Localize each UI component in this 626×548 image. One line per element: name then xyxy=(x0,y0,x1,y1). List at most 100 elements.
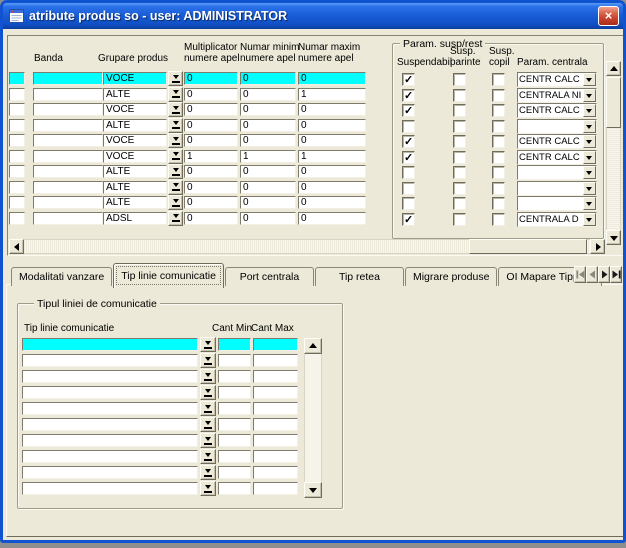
tip-linie-comunicatie-field[interactable] xyxy=(22,466,198,479)
tip-linie-comunicatie-field[interactable] xyxy=(22,482,198,495)
grupare-produs-field[interactable]: VOCE xyxy=(103,150,167,163)
susp-copil-checkbox[interactable] xyxy=(492,89,505,102)
suspendabil-checkbox[interactable] xyxy=(402,120,415,133)
numar-minim-field[interactable]: 0 xyxy=(240,72,296,85)
tip-linie-comunicatie-field[interactable] xyxy=(22,354,198,367)
bottom-vertical-scrollbar[interactable] xyxy=(304,338,322,498)
tip-linie-comunicatie-field[interactable] xyxy=(22,386,198,399)
scroll-left-button[interactable] xyxy=(9,239,24,254)
param-centrala-dropdown[interactable]: CENTRALA D xyxy=(517,212,597,227)
susp-copil-checkbox[interactable] xyxy=(492,182,505,195)
susp-parinte-checkbox[interactable] xyxy=(453,151,466,164)
numar-minim-field[interactable]: 1 xyxy=(240,150,296,163)
tip-linie-lov-button[interactable] xyxy=(200,417,216,432)
grupare-produs-field[interactable]: ADSL xyxy=(103,212,167,225)
numar-minim-field[interactable]: 0 xyxy=(240,88,296,101)
tab-scroll-last-button[interactable] xyxy=(610,266,622,283)
numar-maxim-field[interactable]: 0 xyxy=(298,212,366,225)
tip-linie-lov-button[interactable] xyxy=(200,385,216,400)
param-centrala-dropdown[interactable] xyxy=(517,119,597,134)
cant-max-field[interactable] xyxy=(253,402,298,415)
multiplicator-field[interactable]: 0 xyxy=(184,72,238,85)
numar-maxim-field[interactable]: 0 xyxy=(298,119,366,132)
tip-linie-lov-button[interactable] xyxy=(200,433,216,448)
tab-scroll-first-button[interactable] xyxy=(574,266,586,283)
tip-linie-comunicatie-field[interactable] xyxy=(22,450,198,463)
grupare-produs-field[interactable]: ALTE xyxy=(103,165,167,178)
tip-linie-comunicatie-field[interactable] xyxy=(22,370,198,383)
tip-linie-lov-button[interactable] xyxy=(200,353,216,368)
multiplicator-field[interactable]: 0 xyxy=(184,103,238,116)
banda-field[interactable] xyxy=(33,134,103,147)
cant-min-field[interactable] xyxy=(218,338,251,351)
multiplicator-field[interactable]: 0 xyxy=(184,88,238,101)
susp-parinte-checkbox[interactable] xyxy=(453,213,466,226)
suspendabil-checkbox[interactable] xyxy=(402,151,415,164)
scroll-up-button[interactable] xyxy=(304,338,322,354)
row-indicator-field[interactable] xyxy=(9,181,25,194)
multiplicator-field[interactable]: 0 xyxy=(184,134,238,147)
chevron-down-icon[interactable] xyxy=(583,213,596,226)
banda-field[interactable] xyxy=(33,119,103,132)
row-indicator-field[interactable] xyxy=(9,103,25,116)
vertical-scrollbar[interactable] xyxy=(606,61,621,245)
row-indicator-field[interactable] xyxy=(9,134,25,147)
chevron-down-icon[interactable] xyxy=(583,120,596,133)
numar-minim-field[interactable]: 0 xyxy=(240,196,296,209)
numar-minim-field[interactable]: 0 xyxy=(240,165,296,178)
cant-min-field[interactable] xyxy=(218,370,251,383)
cant-min-field[interactable] xyxy=(218,450,251,463)
multiplicator-field[interactable]: 0 xyxy=(184,196,238,209)
tab-scroll-previous-button[interactable] xyxy=(586,266,598,283)
grupare-produs-lov-button[interactable] xyxy=(168,211,183,226)
suspendabil-checkbox[interactable] xyxy=(402,89,415,102)
grupare-produs-lov-button[interactable] xyxy=(168,71,183,86)
suspendabil-checkbox[interactable] xyxy=(402,197,415,210)
numar-maxim-field[interactable]: 0 xyxy=(298,165,366,178)
grupare-produs-field[interactable]: ALTE xyxy=(103,196,167,209)
scroll-right-button[interactable] xyxy=(590,239,605,254)
susp-parinte-checkbox[interactable] xyxy=(453,73,466,86)
grupare-produs-lov-button[interactable] xyxy=(168,180,183,195)
susp-copil-checkbox[interactable] xyxy=(492,120,505,133)
cant-max-field[interactable] xyxy=(253,466,298,479)
cant-min-field[interactable] xyxy=(218,354,251,367)
vertical-scroll-thumb[interactable] xyxy=(606,77,621,128)
grupare-produs-field[interactable]: VOCE xyxy=(103,134,167,147)
grupare-produs-lov-button[interactable] xyxy=(168,118,183,133)
numar-maxim-field[interactable]: 1 xyxy=(298,88,366,101)
horizontal-scroll-thumb[interactable] xyxy=(469,239,587,254)
multiplicator-field[interactable]: 0 xyxy=(184,165,238,178)
cant-max-field[interactable] xyxy=(253,482,298,495)
row-indicator-field[interactable] xyxy=(9,119,25,132)
param-centrala-dropdown[interactable] xyxy=(517,181,597,196)
numar-maxim-field[interactable]: 0 xyxy=(298,181,366,194)
param-centrala-dropdown[interactable]: CENTR CALC xyxy=(517,72,597,87)
grupare-produs-lov-button[interactable] xyxy=(168,102,183,117)
horizontal-scrollbar[interactable] xyxy=(9,239,605,254)
banda-field[interactable] xyxy=(33,196,103,209)
banda-field[interactable] xyxy=(33,150,103,163)
grupare-produs-lov-button[interactable] xyxy=(168,149,183,164)
tip-linie-lov-button[interactable] xyxy=(200,401,216,416)
susp-parinte-checkbox[interactable] xyxy=(453,89,466,102)
banda-field[interactable] xyxy=(33,165,103,178)
tip-linie-comunicatie-field[interactable] xyxy=(22,418,198,431)
susp-parinte-checkbox[interactable] xyxy=(453,120,466,133)
tip-linie-lov-button[interactable] xyxy=(200,369,216,384)
grupare-produs-lov-button[interactable] xyxy=(168,164,183,179)
tab[interactable]: Port centrala xyxy=(225,267,314,286)
suspendabil-checkbox[interactable] xyxy=(402,135,415,148)
cant-min-field[interactable] xyxy=(218,418,251,431)
scroll-down-button[interactable] xyxy=(304,482,322,498)
numar-minim-field[interactable]: 0 xyxy=(240,212,296,225)
chevron-down-icon[interactable] xyxy=(583,89,596,102)
chevron-down-icon[interactable] xyxy=(583,73,596,86)
susp-copil-checkbox[interactable] xyxy=(492,104,505,117)
suspendabil-checkbox[interactable] xyxy=(402,166,415,179)
susp-parinte-checkbox[interactable] xyxy=(453,104,466,117)
cant-max-field[interactable] xyxy=(253,418,298,431)
susp-parinte-checkbox[interactable] xyxy=(453,182,466,195)
grupare-produs-field[interactable]: ALTE xyxy=(103,88,167,101)
chevron-down-icon[interactable] xyxy=(583,182,596,195)
